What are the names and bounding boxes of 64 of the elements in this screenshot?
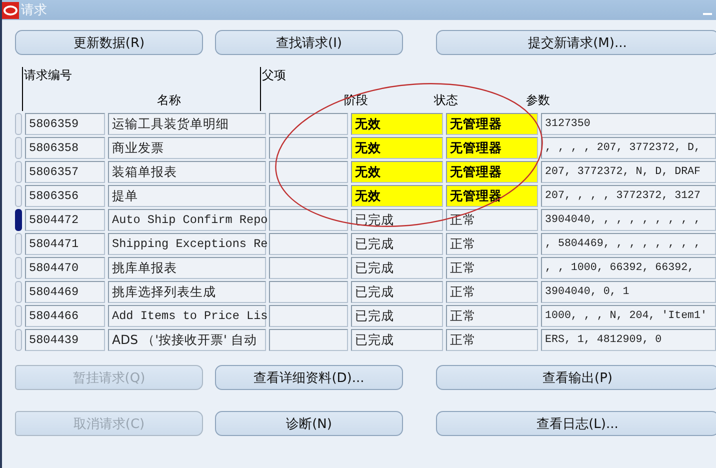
toolbar-button[interactable]: 查找请求(I) [215,30,403,55]
table-cell: 无管理器 [446,185,538,207]
table-cell: 207, 3772372, N, D, DRAF [541,161,716,183]
table-cell: 5806357 [25,161,105,183]
action-button[interactable]: 诊断(N) [215,411,403,436]
table-cell: 5804472 [25,209,105,231]
table-cell: 已完成 [351,281,443,303]
table-cell: 3127350 [541,113,716,135]
toolbar-button[interactable]: 提交新请求(M)... [436,30,716,55]
table-cell: 5804469 [25,281,105,303]
table-cell: 正常 [446,305,538,327]
table-cell: 无管理器 [446,161,538,183]
table-cell: , , 1000, 66392, 66392, [541,257,716,279]
table-cell: , 5804469, , , , , , , , [541,233,716,255]
table-cell: 装箱单报表 [108,161,266,183]
table-cell: 无效 [351,113,443,135]
table-cell: 运输工具装货单明细 [108,113,266,135]
toolbar-button[interactable]: 更新数据(R) [15,30,203,55]
table-cell: 无管理器 [446,113,538,135]
app-logo-icon [2,2,19,18]
action-button[interactable]: 查看输出(P) [436,365,716,390]
table-cell: 正常 [446,233,538,255]
table-cell: , , , , 207, 3772372, D, [541,137,716,159]
table-cell: 正常 [446,257,538,279]
table-cell: 正常 [446,209,538,231]
table-cell: 提单 [108,185,266,207]
column-header: 请求编号 [22,67,102,111]
action-button[interactable]: 查看详细资料(D)... [215,365,403,390]
table-cell: 5806359 [25,113,105,135]
table-cell: 已完成 [351,329,443,351]
table-cell: 无管理器 [446,137,538,159]
table-cell: Auto Ship Confirm Repo [108,209,266,231]
table-cell: 5804471 [25,233,105,255]
table-cell: 5804439 [25,329,105,351]
table-cell: 无效 [351,137,443,159]
table-cell: Shipping Exceptions Re [108,233,266,255]
table-cell: 5806356 [25,185,105,207]
table-cell: 正常 [446,329,538,351]
table-cell: ADS （'按接收开票' 自动 [108,329,266,351]
column-header: 父项 [260,67,339,111]
table-cell: 已完成 [351,233,443,255]
table-cell: 1000, , , N, 204, 'Item1' [541,305,716,327]
table-cell: 5804466 [25,305,105,327]
table-cell: 商业发票 [108,137,266,159]
table-cell: 5804470 [25,257,105,279]
table-cell: 无效 [351,185,443,207]
action-button[interactable]: 查看日志(L)... [436,411,716,436]
column-header: 参数 [526,92,550,109]
window-title: 请求 [21,2,47,19]
table-cell: 207, , , , 3772372, 3127 [541,185,716,207]
table-cell: 3904040, 0, 1 [541,281,716,303]
table-cell: 5806358 [25,137,105,159]
table-cell: 已完成 [351,257,443,279]
table-cell: 无效 [351,161,443,183]
table-cell: Add Items to Price Lis [108,305,266,327]
table-cell: 3904040, , , , , , , , , [541,209,716,231]
table-cell: ERS, 1, 4812909, 0 [541,329,716,351]
row-selector[interactable] [15,209,22,231]
column-header: 状态 [434,92,458,109]
column-header: 名称 [157,92,181,109]
table-cell: 正常 [446,281,538,303]
table-cell: 挑库选择列表生成 [108,281,266,303]
table-cell: 已完成 [351,305,443,327]
table-cell: 挑库单报表 [108,257,266,279]
